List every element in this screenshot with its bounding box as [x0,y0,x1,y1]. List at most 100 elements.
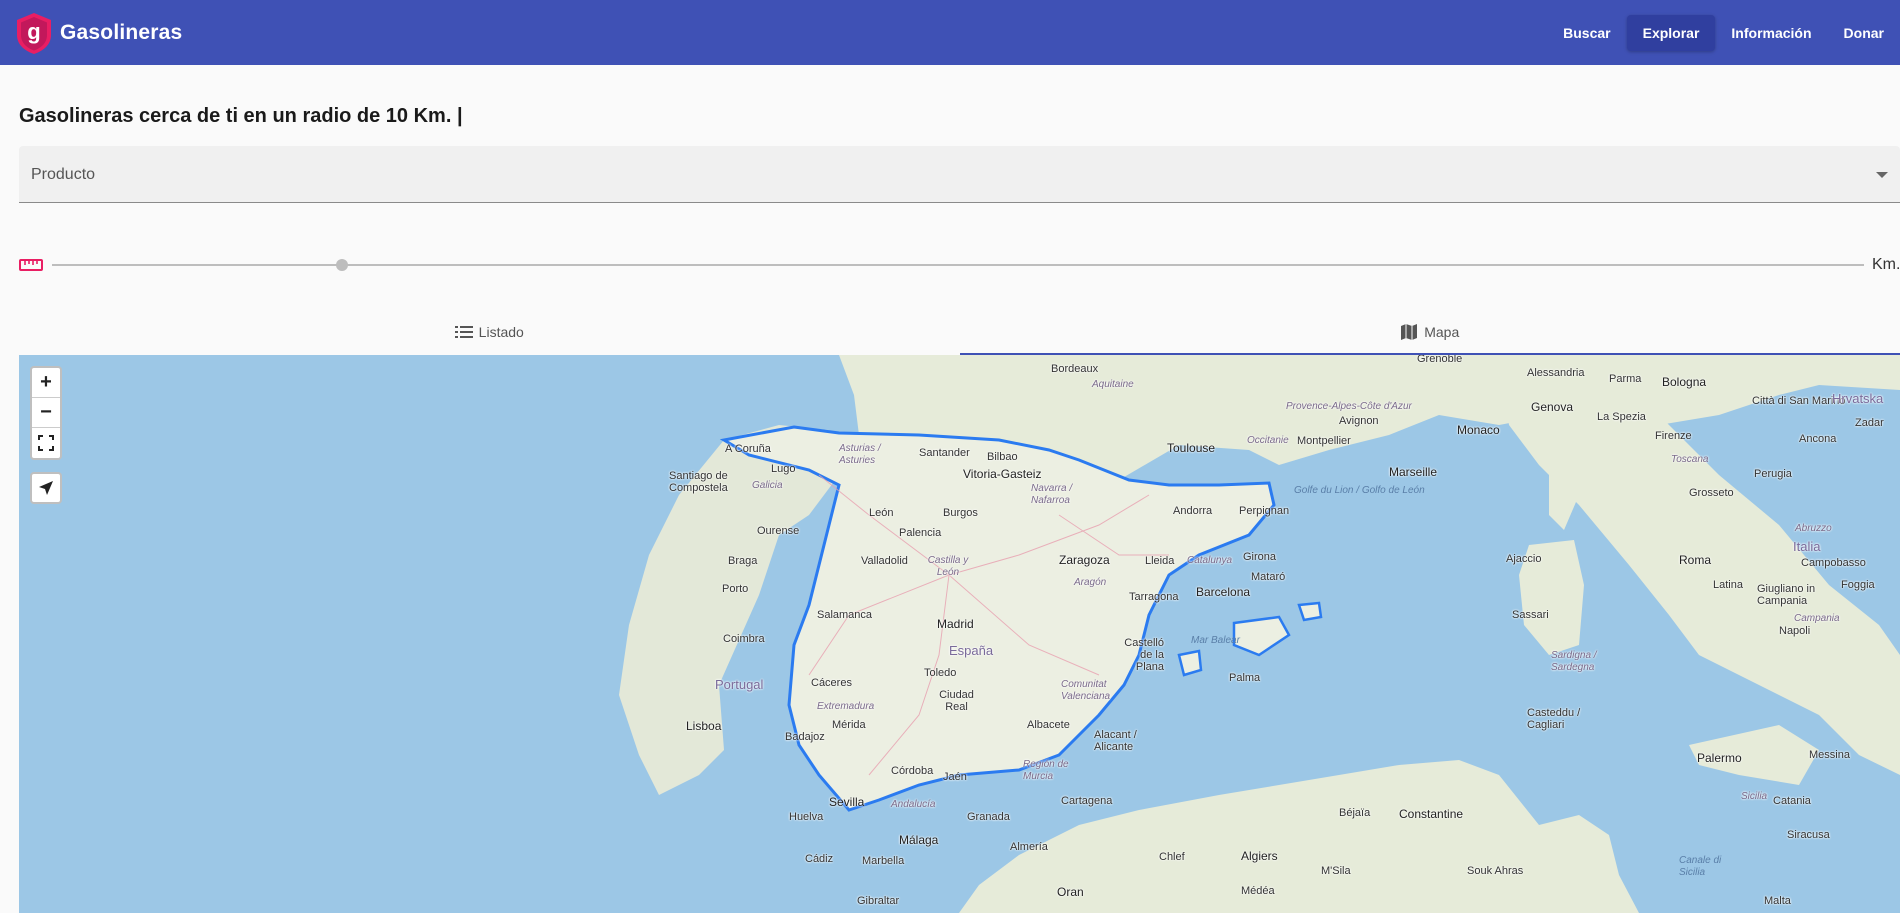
map-label: Navarra / Nafarroa [1031,483,1073,506]
nav-informacion-button[interactable]: Información [1715,15,1827,51]
map-label: Malta [1764,895,1791,907]
navigation-arrow-icon [39,481,53,495]
map-label: Roma [1679,553,1712,567]
map-label: Grenoble [1417,355,1463,365]
tab-mapa[interactable]: Mapa [959,309,1900,355]
map-label: Grosseto [1689,487,1734,499]
map-label: Comunitat Valenciana [1061,679,1111,702]
nav-buscar-button[interactable]: Buscar [1547,15,1626,51]
map-label: Gibraltar [857,895,900,907]
map-label: Sicilia [1741,791,1768,802]
map-label: Souk Ahras [1467,865,1524,877]
radius-unit-label: Km. [1872,256,1900,273]
map-label: Bilbao [987,451,1018,463]
map-label: Mar Balear [1191,635,1240,646]
map-label: Médéa [1241,885,1275,897]
map-label: Catalunya [1187,555,1233,566]
map-label: Bologna [1662,375,1707,389]
zoom-in-button[interactable]: + [32,368,60,398]
brand[interactable]: g Gasolineras [14,11,182,55]
view-tabs: Listado Mapa [19,309,1900,355]
nav-donar-button[interactable]: Donar [1828,15,1900,51]
map-label: Portugal [715,677,764,692]
zoom-out-button[interactable]: − [32,398,60,428]
locate-me-button[interactable] [30,472,62,504]
map-label: Coimbra [723,633,765,645]
map-label: Sassari [1512,609,1549,621]
product-select[interactable]: Producto [19,146,1900,203]
map-label: Cádiz [805,853,834,865]
map-label: Castilla y León [927,555,969,578]
map-label: Béjaïa [1339,807,1371,819]
map-label: Golfe du Lion / Golfo de León [1294,485,1425,496]
map-view[interactable]: Bordeaux Aquitaine Grenoble Alessandria … [19,355,1900,913]
map-label: Bordeaux [1051,363,1099,375]
map-label: Porto [722,583,749,595]
map-label: Santiago de Compostela [669,470,728,494]
map-label: Campobasso [1801,557,1866,569]
top-app-bar: g Gasolineras Buscar Explorar Informació… [0,0,1900,65]
map-label: Tarragona [1129,591,1179,603]
map-label: Extremadura [817,701,875,712]
dropdown-arrow-icon [1876,172,1888,178]
map-label: Genova [1531,400,1574,414]
gasolineras-logo-icon: g [17,12,51,54]
map-label: Región de Murcia [1023,759,1069,782]
map-label: Napoli [1779,625,1811,637]
map-label: Marbella [862,855,905,867]
map-label: Catania [1773,795,1811,807]
map-label: Occitanie [1247,435,1289,446]
map-label: Barcelona [1196,585,1251,599]
map-label: Latina [1713,579,1743,591]
ruler-icon [19,259,43,271]
map-label: Badajoz [785,731,825,743]
zoom-control: + − [30,366,62,460]
app-title: Gasolineras [60,20,183,44]
tab-mapa-label: Mapa [1424,324,1460,340]
map-label: Algiers [1241,849,1278,863]
map-label: Mataró [1251,571,1286,583]
map-label: Montpellier [1297,435,1351,447]
map-label: Braga [728,555,758,567]
map-label: Perpignan [1239,505,1290,517]
map-label: León [869,507,894,519]
map-label: Avignon [1339,415,1379,427]
map-label: Jaén [943,771,967,783]
tab-listado[interactable]: Listado [19,309,960,355]
map-label: Siracusa [1787,829,1830,841]
map-label: Palencia [899,527,942,539]
map-tiles [619,355,1900,913]
map-label: Salamanca [817,609,873,621]
map-label: Girona [1243,551,1277,563]
map-label: Toulouse [1167,441,1216,455]
map-label: Marseille [1389,465,1438,479]
map-label: Almería [1010,841,1048,853]
map-label: Cartagena [1061,795,1113,807]
map-label: Aragón [1074,577,1107,588]
map-label: Campania [1794,613,1840,624]
fullscreen-button[interactable] [32,428,60,458]
map-label: Granada [967,811,1010,823]
map-label: Ancona [1799,433,1837,445]
map-label: Lugo [771,463,796,475]
map-label: Zaragoza [1059,553,1110,567]
map-label: M'Sila [1321,865,1351,877]
map-label: Palermo [1697,751,1742,765]
map-label: Burgos [943,507,978,519]
map-label: Huelva [789,811,824,823]
map-label: Constantine [1399,807,1464,821]
map-label: Alessandria [1527,367,1585,379]
nav-explorar-button[interactable]: Explorar [1626,14,1716,51]
radius-slider-track[interactable] [52,259,1864,271]
svg-text:g: g [27,19,40,44]
map-label: Perugia [1754,468,1792,480]
map-label: Sevilla [829,795,865,809]
radius-slider-thumb[interactable] [335,259,348,271]
list-icon [454,325,473,339]
map-label: A Coruña [725,443,771,455]
map-label: Sardigna / Sardegna [1551,650,1597,673]
map-label: Alacant / Alicante [1094,729,1137,753]
map-label: Canale di Sicilia [1679,855,1722,878]
map-icon [1400,323,1418,341]
map-label: Andorra [1173,505,1213,517]
